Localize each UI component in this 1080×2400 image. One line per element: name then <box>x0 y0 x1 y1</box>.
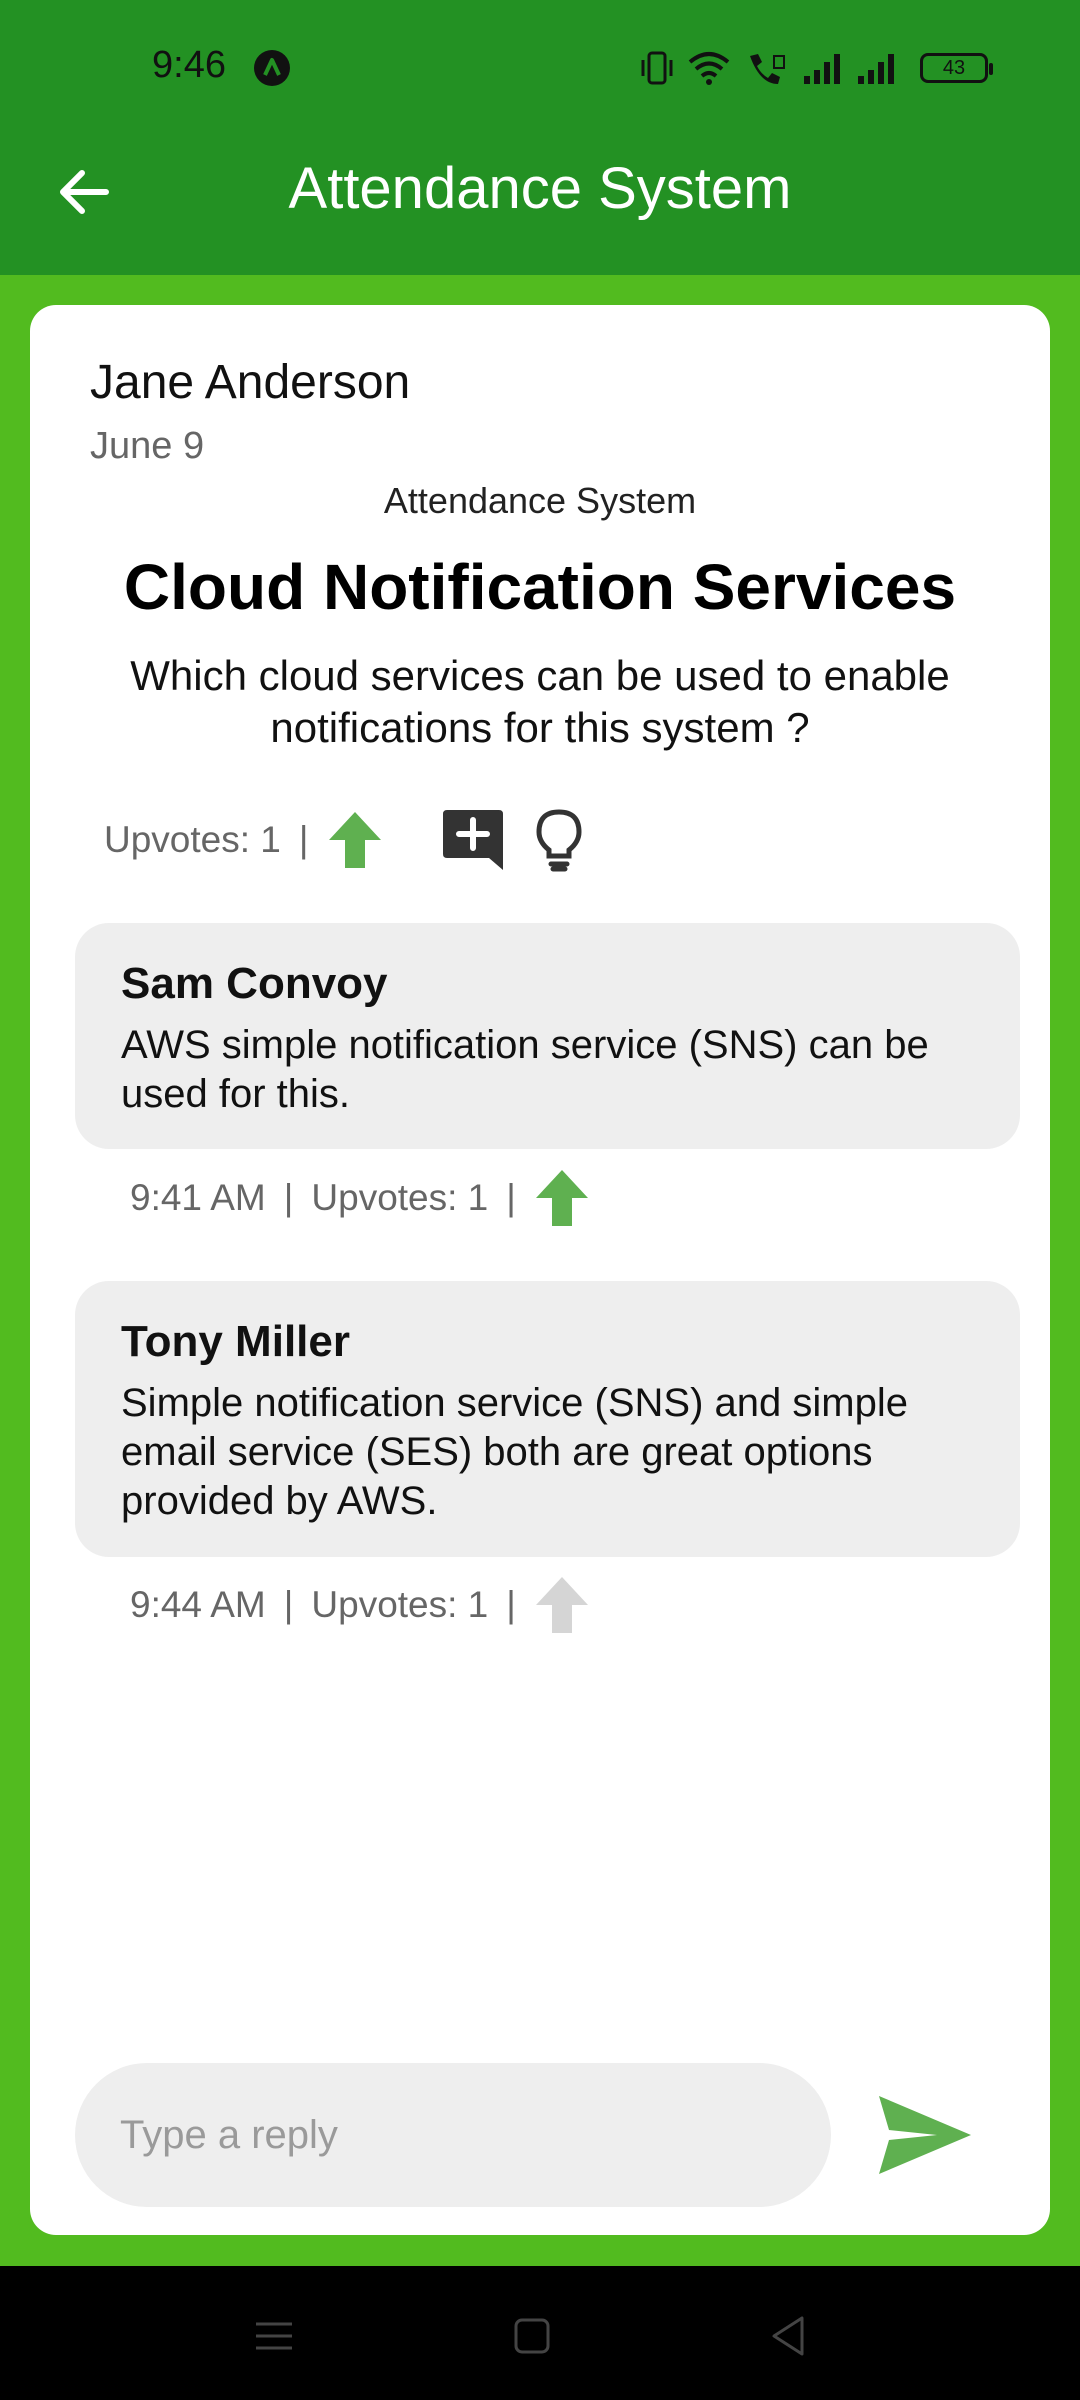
answer-text: Simple notification service (SNS) and si… <box>121 1381 908 1523</box>
question-author: Jane Anderson <box>90 356 411 409</box>
answer-text: AWS simple notification service (SNS) ca… <box>121 1023 929 1116</box>
status-icons <box>640 48 896 88</box>
question-actions: Upvotes: 1 | <box>104 805 583 875</box>
answer-card: Sam Convoy AWS simple notification servi… <box>75 923 1020 1149</box>
wifi-calling-icon <box>750 54 785 84</box>
system-nav-bar <box>0 2266 1080 2400</box>
question-body: Which cloud services can be used to enab… <box>130 652 950 751</box>
status-bar: 9:46 43 <box>0 0 1080 135</box>
wifi-icon <box>688 52 730 85</box>
home-icon[interactable] <box>502 2306 562 2366</box>
separator: | <box>298 819 309 860</box>
app-notification-icon <box>254 50 290 86</box>
battery-icon: 43 <box>920 53 993 83</box>
lightbulb-icon[interactable] <box>535 808 583 872</box>
answer-upvotes: Upvotes: 1 <box>311 1177 489 1218</box>
status-time: 9:46 <box>152 44 226 86</box>
question-upvotes: Upvotes: 1 <box>104 819 281 860</box>
signal-icon-2 <box>858 54 894 84</box>
answer-card: Tony Miller Simple notification service … <box>75 1281 1020 1557</box>
answer-meta: 9:41 AM | Upvotes: 1 | <box>130 1163 590 1233</box>
separator: | <box>283 1584 294 1625</box>
question-card: Jane Anderson June 9 Attendance System C… <box>30 305 1050 2235</box>
vibrate-icon <box>641 51 673 85</box>
question-system: Attendance System <box>383 480 697 521</box>
add-comment-icon[interactable] <box>441 808 507 872</box>
separator: | <box>283 1177 294 1218</box>
separator: | <box>506 1177 516 1218</box>
upvote-icon[interactable] <box>534 1575 590 1635</box>
reply-input[interactable] <box>75 2063 831 2207</box>
answer-time: 9:41 AM <box>130 1177 266 1218</box>
app-bar-title: Attendance System <box>288 156 792 221</box>
answer-upvotes: Upvotes: 1 <box>311 1584 489 1625</box>
back-icon[interactable] <box>760 2306 820 2366</box>
answer-author: Tony Miller <box>121 1317 350 1366</box>
question-title: Cloud Notification Services <box>123 551 957 623</box>
answer-author: Sam Convoy <box>121 959 388 1008</box>
signal-icon <box>804 54 840 84</box>
upvote-icon[interactable] <box>327 810 383 870</box>
upvote-icon[interactable] <box>534 1168 590 1228</box>
app-bar: 9:46 43 Attendance System <box>0 0 1080 275</box>
answer-time: 9:44 AM <box>130 1584 266 1625</box>
menu-icon[interactable] <box>244 2306 304 2366</box>
question-date: June 9 <box>90 425 205 467</box>
answer-meta: 9:44 AM | Upvotes: 1 | <box>130 1570 590 1640</box>
send-icon[interactable] <box>875 2090 975 2180</box>
separator: | <box>506 1584 516 1625</box>
